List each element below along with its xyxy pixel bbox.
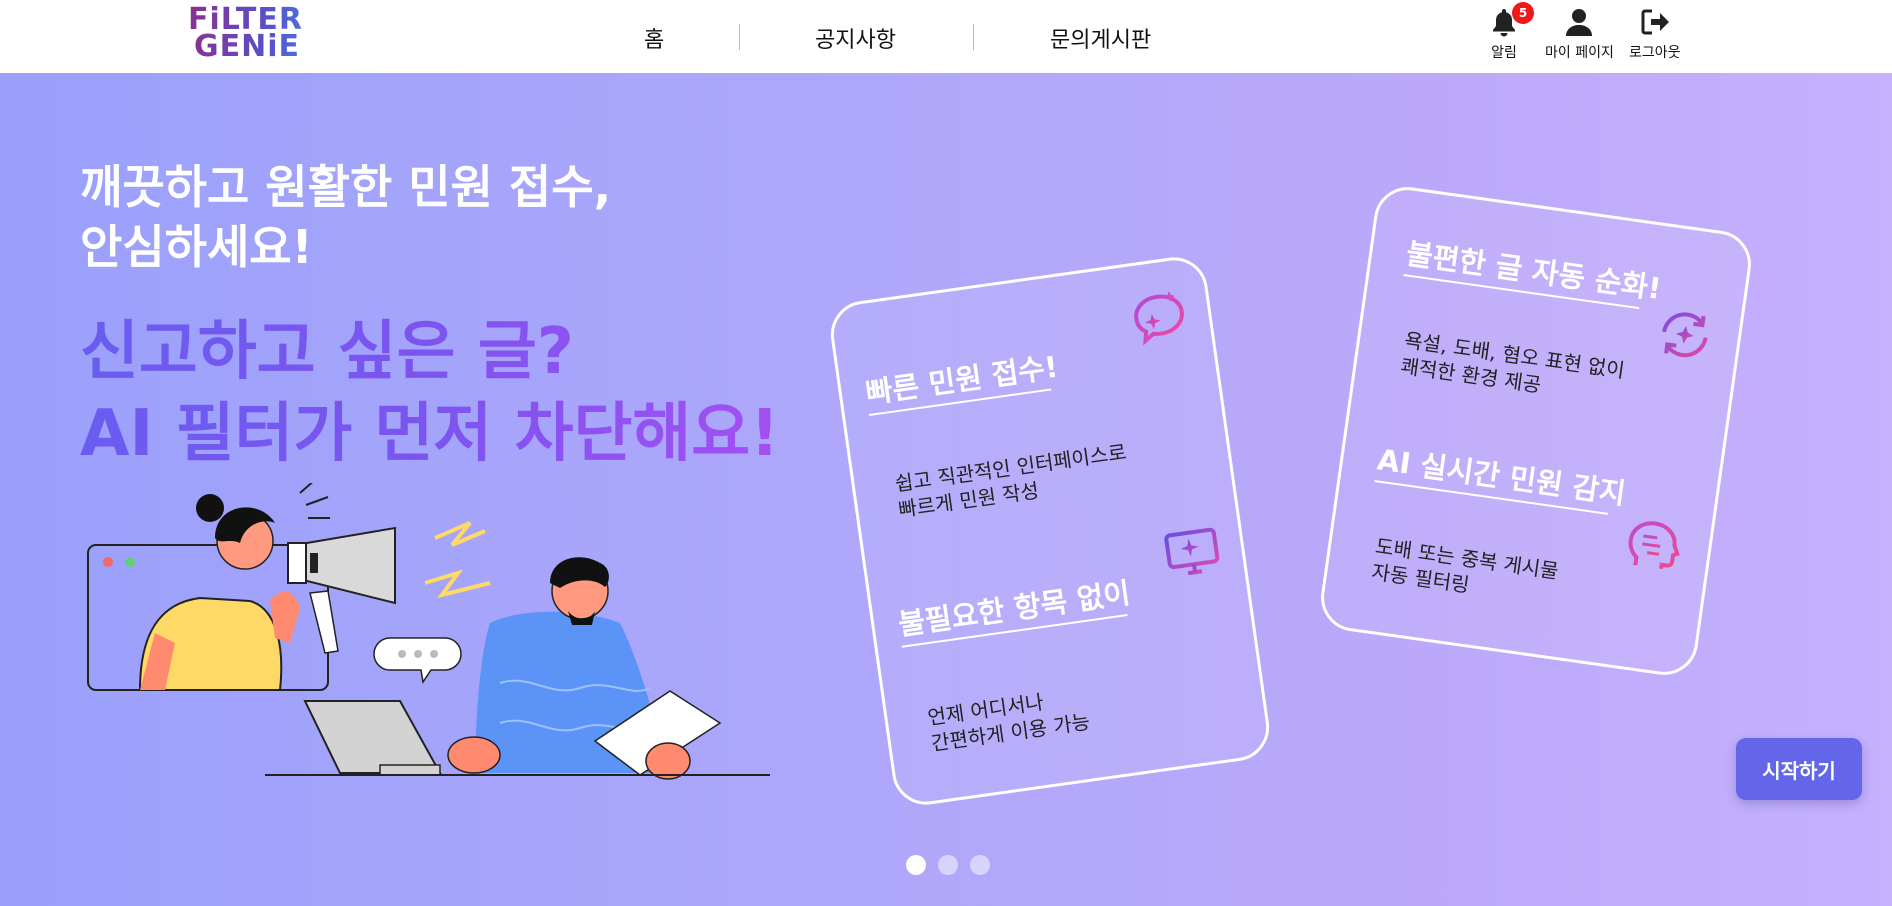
hero-highlight-line2: AI 필터가 먼저 차단해요!: [80, 397, 780, 471]
hero-highlight-line1: 신고하고 싶은 글?: [80, 315, 574, 389]
chat-sparkle-icon: [1134, 291, 1184, 346]
feature-card-1: 빠른 민원 접수! 쉽고 직관적인 인터페이스로 빠르게 민원 작성 불필요한 …: [826, 253, 1274, 809]
refresh-sparkle-icon: [1662, 312, 1708, 358]
carousel-dot-2[interactable]: [938, 855, 958, 875]
mypage-label: 마이 페이지: [1545, 45, 1614, 61]
logout-label: 로그아웃: [1629, 45, 1681, 61]
feature-card-2: 불편한 글 자동 순화! 욕설, 도배, 혐오 표현 없이 쾌적한 환경 제공 …: [1316, 182, 1756, 680]
start-button[interactable]: 시작하기: [1736, 738, 1862, 800]
feature-desc: 도배 또는 중복 게시물 자동 필터링: [1370, 533, 1560, 610]
logout-icon: [1641, 9, 1669, 35]
carousel-dot-3[interactable]: [970, 855, 990, 875]
feature-desc: 욕설, 도배, 혐오 표현 없이 쾌적한 환경 제공: [1399, 327, 1626, 409]
feature-title: 불편한 글 자동 순화!: [1404, 236, 1664, 306]
nav-inquiry-board[interactable]: 문의게시판: [1050, 22, 1151, 54]
logo-line2: GENiE: [188, 32, 314, 62]
mypage-button[interactable]: 마이 페이지: [1545, 6, 1614, 62]
feature-title: AI 실시간 민원 감지: [1375, 442, 1628, 511]
top-header: FiLTER GENiE 홈 공지사항 문의게시판 5 알림 마이 페이지 로그…: [0, 0, 1892, 73]
notifications-button[interactable]: 5 알림: [1488, 2, 1534, 62]
carousel-dot-1[interactable]: [906, 855, 926, 875]
hero-headline: 깨끗하고 원활한 민원 접수, 안심하세요!: [80, 157, 611, 277]
nav-divider: [739, 24, 740, 50]
monitor-sparkle-icon: [1164, 527, 1220, 576]
people-megaphone-laptop-illustration: [87, 483, 770, 780]
nav-home[interactable]: 홈: [644, 22, 664, 54]
notification-count-badge: 5: [1512, 2, 1534, 24]
nav-notices[interactable]: 공지사항: [815, 22, 896, 54]
hero-highlight: 신고하고 싶은 글? AI 필터가 먼저 차단해요!: [80, 311, 779, 475]
carousel-pagination: [906, 855, 990, 875]
hero-banner: 깨끗하고 원활한 민원 접수, 안심하세요! 신고하고 싶은 글? AI 필터가…: [0, 73, 1892, 906]
user-icon: [1566, 9, 1593, 36]
feature-desc: 쉽고 직관적인 인터페이스로 빠르게 민원 작성: [893, 439, 1131, 523]
logout-button[interactable]: 로그아웃: [1629, 6, 1681, 62]
feature-title: 불필요한 항목 없이: [896, 575, 1133, 642]
hero-headline-line2: 안심하세요!: [80, 220, 313, 274]
nav-divider: [973, 24, 974, 50]
feature-desc: 언제 어디서나 간편하게 이용 가능: [926, 683, 1092, 757]
hero-headline-line1: 깨끗하고 원활한 민원 접수,: [80, 160, 612, 214]
ai-head-icon: [1628, 521, 1680, 570]
filter-genie-logo[interactable]: FiLTER GENiE: [188, 5, 314, 66]
notifications-label: 알림: [1491, 45, 1517, 61]
